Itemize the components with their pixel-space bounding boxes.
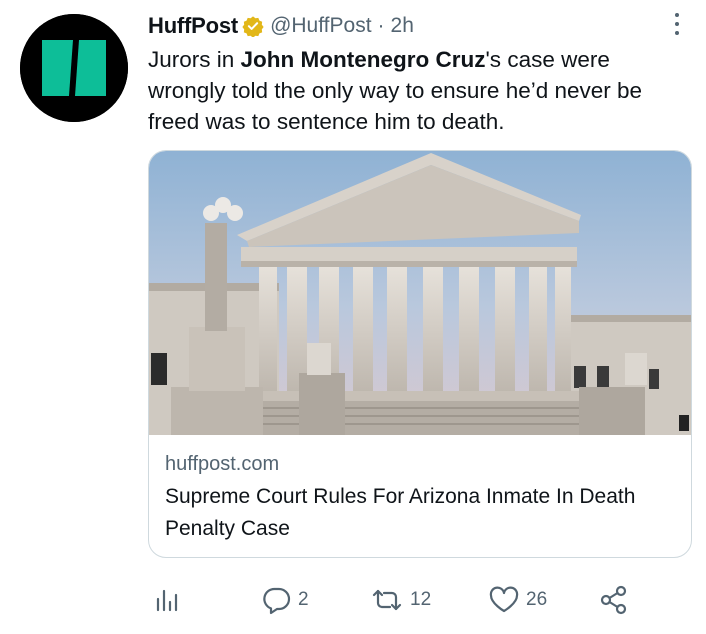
separator-dot: · — [377, 14, 385, 37]
share-icon — [600, 585, 627, 615]
tweet-text-bold: John Montenegro Cruz — [240, 47, 486, 72]
huffpost-logo — [20, 14, 128, 122]
tweet-header: HuffPost @HuffPost · 2h — [148, 12, 414, 40]
card-title: Supreme Court Rules For Arizona Inmate I… — [165, 485, 636, 540]
card-image — [149, 151, 691, 435]
tweet-timestamp[interactable]: 2h — [391, 14, 414, 38]
tweet-text-before: Jurors in — [148, 47, 241, 72]
tweet-actions: 2 12 26 — [148, 580, 693, 620]
like-icon — [489, 586, 519, 613]
author-handle[interactable]: @HuffPost — [270, 14, 371, 38]
reply-icon — [263, 587, 291, 615]
author-name[interactable]: HuffPost — [148, 13, 238, 39]
reply-count: 2 — [298, 589, 309, 610]
share-button[interactable] — [598, 580, 630, 620]
like-count: 26 — [526, 589, 548, 610]
retweet-button[interactable]: 12 — [370, 580, 431, 620]
tweet-text: Jurors in John Montenegro Cruz's case we… — [148, 44, 693, 137]
analytics-button[interactable] — [154, 580, 182, 620]
reply-button[interactable]: 2 — [262, 580, 309, 620]
card-domain: huffpost.com — [165, 453, 280, 475]
verified-badge-icon — [242, 15, 264, 38]
retweet-count: 12 — [410, 589, 432, 610]
more-options-icon[interactable] — [666, 8, 688, 40]
retweet-icon — [372, 589, 402, 611]
analytics-icon — [156, 589, 178, 612]
author-avatar[interactable] — [20, 14, 128, 122]
link-card[interactable]: huffpost.com Supreme Court Rules For Ari… — [148, 150, 692, 558]
like-button[interactable]: 26 — [488, 580, 547, 620]
